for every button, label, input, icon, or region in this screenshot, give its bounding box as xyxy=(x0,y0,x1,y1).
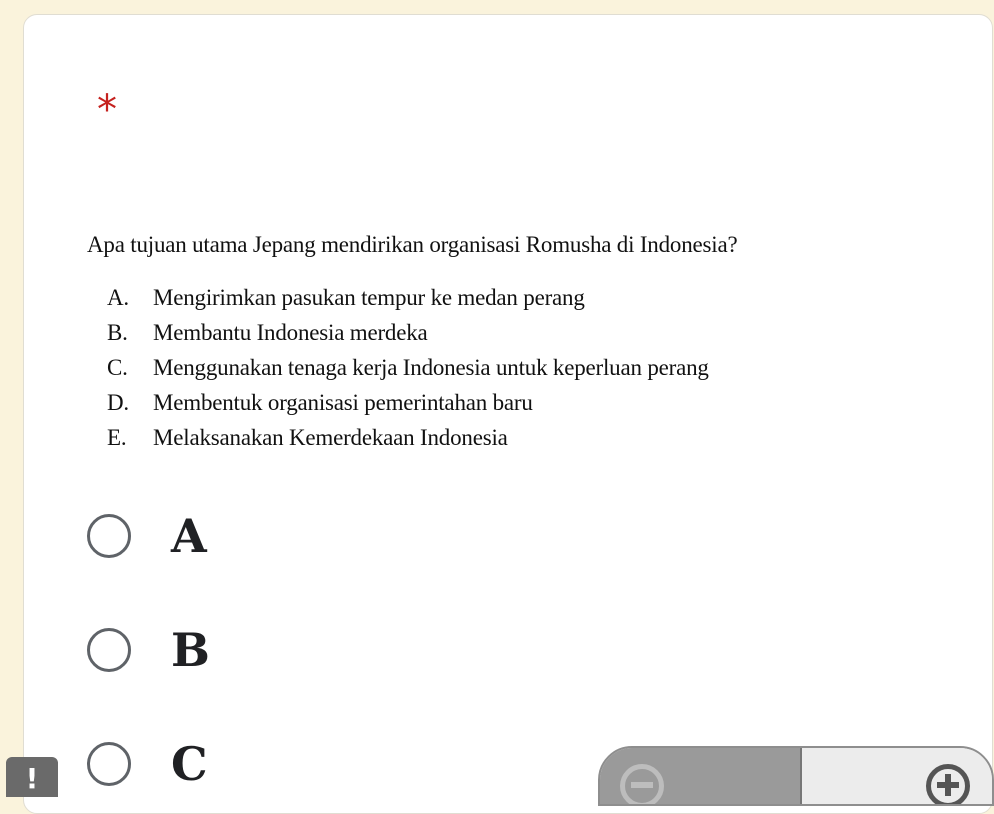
zoom-control xyxy=(598,746,994,806)
printed-choice-text: Menggunakan tenaga kerja Indonesia untuk… xyxy=(153,355,709,380)
radio-option-a[interactable]: A xyxy=(87,511,207,561)
zoom-out-icon xyxy=(620,764,664,804)
required-asterisk: * xyxy=(97,87,117,133)
feedback-button[interactable]: ! xyxy=(6,757,58,797)
radio-label[interactable]: C xyxy=(171,739,208,789)
radio-label[interactable]: B xyxy=(171,625,210,675)
printed-choice-letter: A. xyxy=(107,285,129,310)
zoom-in-icon xyxy=(926,764,970,804)
printed-choice-letter: B. xyxy=(107,320,128,345)
zoom-in-button[interactable] xyxy=(802,748,992,804)
printed-choice: B. Membantu Indonesia merdeka xyxy=(107,315,947,350)
printed-choice: A. Mengirimkan pasukan tempur ke medan p… xyxy=(107,280,947,315)
zoom-out-button[interactable] xyxy=(600,748,802,804)
printed-choice: C. Menggunakan tenaga kerja Indonesia un… xyxy=(107,350,947,385)
printed-choice-letter: D. xyxy=(107,390,129,415)
radio-button[interactable] xyxy=(87,628,131,672)
printed-choice-text: Membentuk organisasi pemerintahan baru xyxy=(153,390,533,415)
radio-option-b[interactable]: B xyxy=(87,625,210,675)
printed-choice-letter: C. xyxy=(107,355,128,380)
question-image: Apa tujuan utama Jepang mendirikan organ… xyxy=(87,230,947,455)
printed-choice-text: Mengirimkan pasukan tempur ke medan pera… xyxy=(153,285,585,310)
printed-choice: E. Melaksanakan Kemerdekaan Indonesia xyxy=(107,420,947,455)
printed-choice-text: Membantu Indonesia merdeka xyxy=(153,320,428,345)
printed-choice: D. Membentuk organisasi pemerintahan bar… xyxy=(107,385,947,420)
printed-choice-letter: E. xyxy=(107,425,127,450)
question-text: Apa tujuan utama Jepang mendirikan organ… xyxy=(87,232,738,257)
radio-button[interactable] xyxy=(87,742,131,786)
printed-choice-text: Melaksanakan Kemerdekaan Indonesia xyxy=(153,425,508,450)
radio-option-c[interactable]: C xyxy=(87,739,208,789)
radio-label[interactable]: A xyxy=(171,511,207,561)
radio-button[interactable] xyxy=(87,514,131,558)
printed-choices-list: A. Mengirimkan pasukan tempur ke medan p… xyxy=(87,280,947,455)
